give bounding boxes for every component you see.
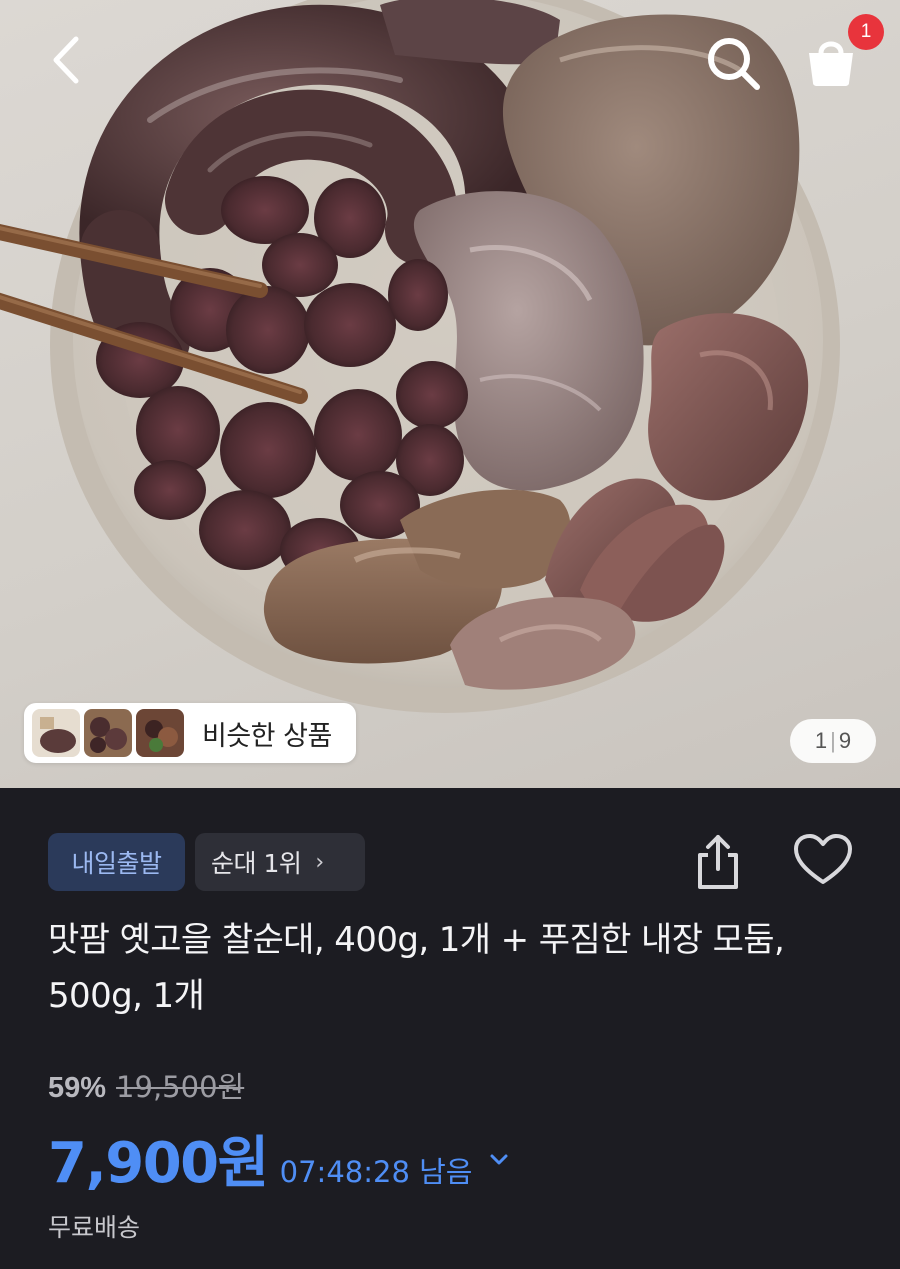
page-total: 9 xyxy=(838,728,852,753)
search-icon xyxy=(708,38,760,90)
similar-thumbnail xyxy=(32,709,80,757)
similar-products-label: 비슷한 상품 xyxy=(202,720,332,752)
sale-price: 7,900원 xyxy=(48,1131,269,1196)
delivery-badge: 내일출발 xyxy=(48,833,185,891)
product-photo xyxy=(0,0,840,713)
page-separator: | xyxy=(830,728,836,753)
heart-icon xyxy=(794,834,852,884)
shipping-info: 무료배송 xyxy=(48,1213,141,1242)
search-button[interactable] xyxy=(700,30,766,96)
similar-thumbnail xyxy=(136,709,184,757)
chevron-left-icon xyxy=(53,36,79,84)
chevron-down-icon[interactable] xyxy=(488,1148,510,1170)
product-image-gallery[interactable]: 1 비슷한 상품 1 | 9 xyxy=(0,0,900,788)
page-current: 1 xyxy=(814,728,828,753)
chevron-right-icon: › xyxy=(315,849,324,875)
rank-label: 순대 1위 xyxy=(211,849,302,878)
price-row: 7,900원 07:48:28 남음 xyxy=(48,1118,510,1199)
cart-count-badge: 1 xyxy=(848,14,884,50)
product-info: 내일출발 순대 1위 › 맛팜 옛고을 찰순대, 400g, 1개 + 푸짐한 … xyxy=(0,788,900,1269)
similar-products-button[interactable]: 비슷한 상품 xyxy=(24,703,356,763)
back-button[interactable] xyxy=(40,30,92,90)
category-rank-link[interactable]: 순대 1위 › xyxy=(195,833,365,891)
product-title: 맛팜 옛고을 찰순대, 400g, 1개 + 푸짐한 내장 모둠, 500g, … xyxy=(48,920,785,1016)
deal-timer[interactable]: 07:48:28 남음 xyxy=(280,1149,473,1191)
original-price: 19,500원 xyxy=(116,1070,245,1104)
wishlist-button[interactable] xyxy=(792,832,854,892)
share-button[interactable] xyxy=(690,833,746,893)
similar-thumbnail xyxy=(84,709,132,757)
discount-row: 59% 19,500원 xyxy=(48,1064,244,1106)
image-page-indicator: 1 | 9 xyxy=(790,719,876,763)
share-icon xyxy=(698,835,738,889)
discount-rate: 59% xyxy=(48,1072,107,1104)
